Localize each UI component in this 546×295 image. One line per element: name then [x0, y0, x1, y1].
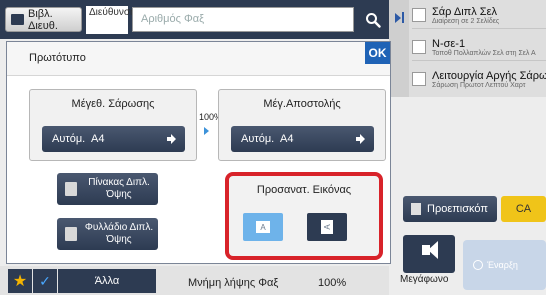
job-item[interactable]: Σάρ Διπλ Σελ Διαίρεση σε 2 Σελίδες	[412, 4, 546, 29]
orientation-portrait-button[interactable]: A	[243, 213, 283, 241]
document-icon	[65, 227, 77, 241]
start-button[interactable]: Έναρξη	[463, 240, 546, 290]
send-size-value: A4	[280, 133, 294, 145]
image-orientation-title: Προσανατ. Εικόνας	[256, 184, 352, 196]
table-duplex-button[interactable]: Πίνακας Διπλ. Όψης	[57, 173, 158, 205]
scan-size-button[interactable]: Αυτόμ. A4	[42, 126, 185, 152]
ok-button[interactable]: OK	[365, 42, 390, 64]
document-icon	[65, 182, 77, 196]
search-icon	[366, 13, 381, 28]
job-checkbox[interactable]	[412, 8, 426, 22]
speaker-button[interactable]	[403, 235, 455, 273]
scan-size-title: Μέγεθ. Σάρωσης	[71, 98, 155, 110]
job-checkbox[interactable]	[412, 72, 426, 86]
speaker-label: Μεγάφωνο	[400, 274, 449, 285]
arrow-right-icon	[167, 134, 176, 144]
bar-icon	[402, 12, 404, 23]
address-book-button[interactable]: Βιβλ. Διευθ.	[5, 7, 82, 32]
fax-number-input[interactable]: Αριθμός Φαξ	[132, 7, 354, 32]
orientation-landscape-button[interactable]: A	[307, 213, 347, 241]
arrow-right-icon	[356, 134, 365, 144]
preview-button[interactable]: Προεπισκόπ	[403, 196, 497, 222]
portrait-page-icon: A	[256, 221, 270, 233]
original-dialog: Πρωτότυπο OK Μέγεθ. Σάρωσης Αυτόμ. A4 10…	[6, 41, 391, 264]
job-title: Λειτουργία Αργής Σάρωσης	[432, 70, 546, 82]
address-book-label: Βιβλ. Διευθ.	[28, 7, 58, 32]
job-item[interactable]: Λειτουργία Αργής Σάρωσης Σάρωση Πρωτοτ Λ…	[412, 68, 546, 93]
send-size-title: Μέγ.Αποστολής	[263, 98, 341, 110]
ratio-arrow-icon	[204, 127, 209, 135]
scan-size-mode: Αυτόμ.	[52, 133, 86, 145]
confirm-button[interactable]: ✓	[33, 269, 57, 293]
job-title: Ν-σε-1	[432, 38, 466, 50]
fax-memory-value: 100%	[318, 277, 347, 289]
send-size-mode: Αυτόμ.	[241, 133, 275, 145]
preview-label: Προεπισκόπ	[427, 203, 488, 215]
table-duplex-label: Πίνακας Διπλ. Όψης	[88, 177, 150, 200]
job-checkbox[interactable]	[412, 40, 426, 54]
favorites-button[interactable]: ★	[8, 269, 32, 293]
destination-label: Διεύθυνση	[86, 6, 136, 34]
job-title: Σάρ Διπλ Σελ	[432, 6, 498, 18]
landscape-page-icon: A	[321, 220, 333, 234]
start-icon	[473, 260, 483, 270]
job-subtitle: Τοποθ Πολλαπλών Σελ στη Σελ Α	[432, 50, 536, 57]
fax-memory-label: Μνήμη λήψης Φαξ	[188, 277, 279, 289]
booklet-duplex-button[interactable]: Φυλλάδιο Διπλ. Όψης	[57, 218, 158, 250]
send-size-group: Μέγ.Αποστολής Αυτόμ. A4	[218, 89, 386, 161]
play-icon	[395, 13, 401, 23]
booklet-duplex-label: Φυλλάδιο Διπλ. Όψης	[84, 222, 154, 245]
check-icon: ✓	[39, 272, 51, 289]
job-subtitle: Διαίρεση σε 2 Σελίδες	[432, 18, 500, 25]
scan-size-value: A4	[91, 133, 105, 145]
job-item[interactable]: Ν-σε-1 Τοποθ Πολλαπλών Σελ στη Σελ Α	[412, 36, 546, 61]
send-size-button[interactable]: Αυτόμ. A4	[231, 126, 374, 152]
preview-icon	[411, 203, 421, 215]
dialog-header: Πρωτότυπο OK	[7, 42, 390, 76]
job-subtitle: Σάρωση Πρωτοτ Λεπτού Χαρτ	[432, 82, 526, 89]
address-book-icon	[11, 14, 25, 25]
job-list-toggle[interactable]	[389, 0, 409, 97]
dialog-title: Πρωτότυπο	[29, 52, 86, 64]
start-label: Έναρξη	[487, 260, 518, 270]
clear-all-button[interactable]: CA	[501, 196, 546, 222]
image-orientation-panel: Προσανατ. Εικόνας A A	[225, 172, 383, 260]
star-icon: ★	[12, 273, 28, 290]
scan-size-group: Μέγεθ. Σάρωσης Αυτόμ. A4	[29, 89, 197, 161]
search-button[interactable]	[358, 5, 388, 35]
other-button[interactable]: Άλλα	[58, 269, 156, 293]
